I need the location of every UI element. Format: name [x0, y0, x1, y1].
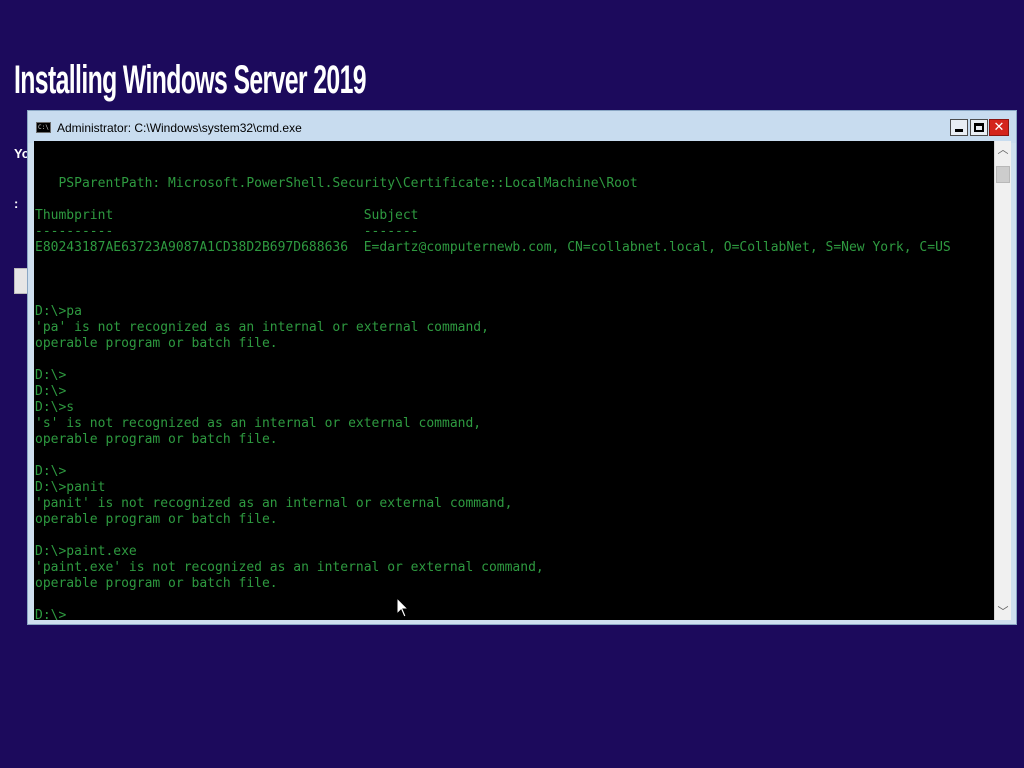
- console-line: 'panit' is not recognized as an internal…: [35, 496, 513, 511]
- chevron-down-icon[interactable]: ﹀: [995, 603, 1011, 620]
- maximize-button[interactable]: [970, 119, 988, 136]
- console-line: D:\>: [35, 384, 67, 399]
- cmd-icon-glyph: C:\: [38, 124, 49, 131]
- console-line: PSParentPath: Microsoft.PowerShell.Secur…: [35, 176, 638, 191]
- console-line: operable program or batch file.: [35, 576, 278, 591]
- title-bar[interactable]: C:\ Administrator: C:\Windows\system32\c…: [28, 111, 1016, 143]
- console-line: D:\>: [35, 368, 67, 383]
- console-line: D:\>paint.exe: [35, 544, 137, 559]
- cmd-icon[interactable]: C:\: [36, 122, 51, 133]
- console-line: D:\>s: [35, 400, 75, 415]
- console-line: D:\>panit: [35, 480, 106, 495]
- console-line: 'paint.exe' is not recognized as an inte…: [35, 560, 544, 575]
- console-line: D:\>: [35, 464, 67, 479]
- close-button[interactable]: ✕: [989, 119, 1009, 136]
- maximize-icon: [974, 123, 984, 132]
- console-line: Thumbprint Subject: [35, 208, 419, 223]
- scrollbar-thumb[interactable]: [996, 166, 1010, 183]
- console-line: D:\>: [35, 608, 67, 620]
- console-line: ---------- -------: [35, 224, 419, 239]
- minimize-icon: [955, 129, 963, 132]
- console-line: 'pa' is not recognized as an internal or…: [35, 320, 489, 335]
- console-line: 's' is not recognized as an internal or …: [35, 416, 482, 431]
- console-line: operable program or batch file.: [35, 336, 278, 351]
- console-line: D:\>pa: [35, 304, 82, 319]
- close-icon: ✕: [993, 120, 1005, 135]
- setup-text-fragment: :: [14, 196, 19, 211]
- mouse-pointer-icon: [396, 597, 410, 618]
- console-line: operable program or batch file.: [35, 512, 278, 527]
- console-output[interactable]: PSParentPath: Microsoft.PowerShell.Secur…: [34, 141, 994, 620]
- setup-title: Installing Windows Server 2019: [14, 58, 367, 102]
- vertical-scrollbar[interactable]: ︿ ﹀: [994, 141, 1011, 620]
- setup-button-fragment[interactable]: [14, 268, 28, 294]
- cmd-window[interactable]: C:\ Administrator: C:\Windows\system32\c…: [27, 110, 1017, 625]
- window-title: Administrator: C:\Windows\system32\cmd.e…: [57, 121, 302, 135]
- console-line: E80243187AE63723A9087A1CD38D2B697D688636…: [35, 240, 951, 255]
- console-line: operable program or batch file.: [35, 432, 278, 447]
- chevron-up-icon[interactable]: ︿: [995, 141, 1011, 158]
- minimize-button[interactable]: [950, 119, 968, 136]
